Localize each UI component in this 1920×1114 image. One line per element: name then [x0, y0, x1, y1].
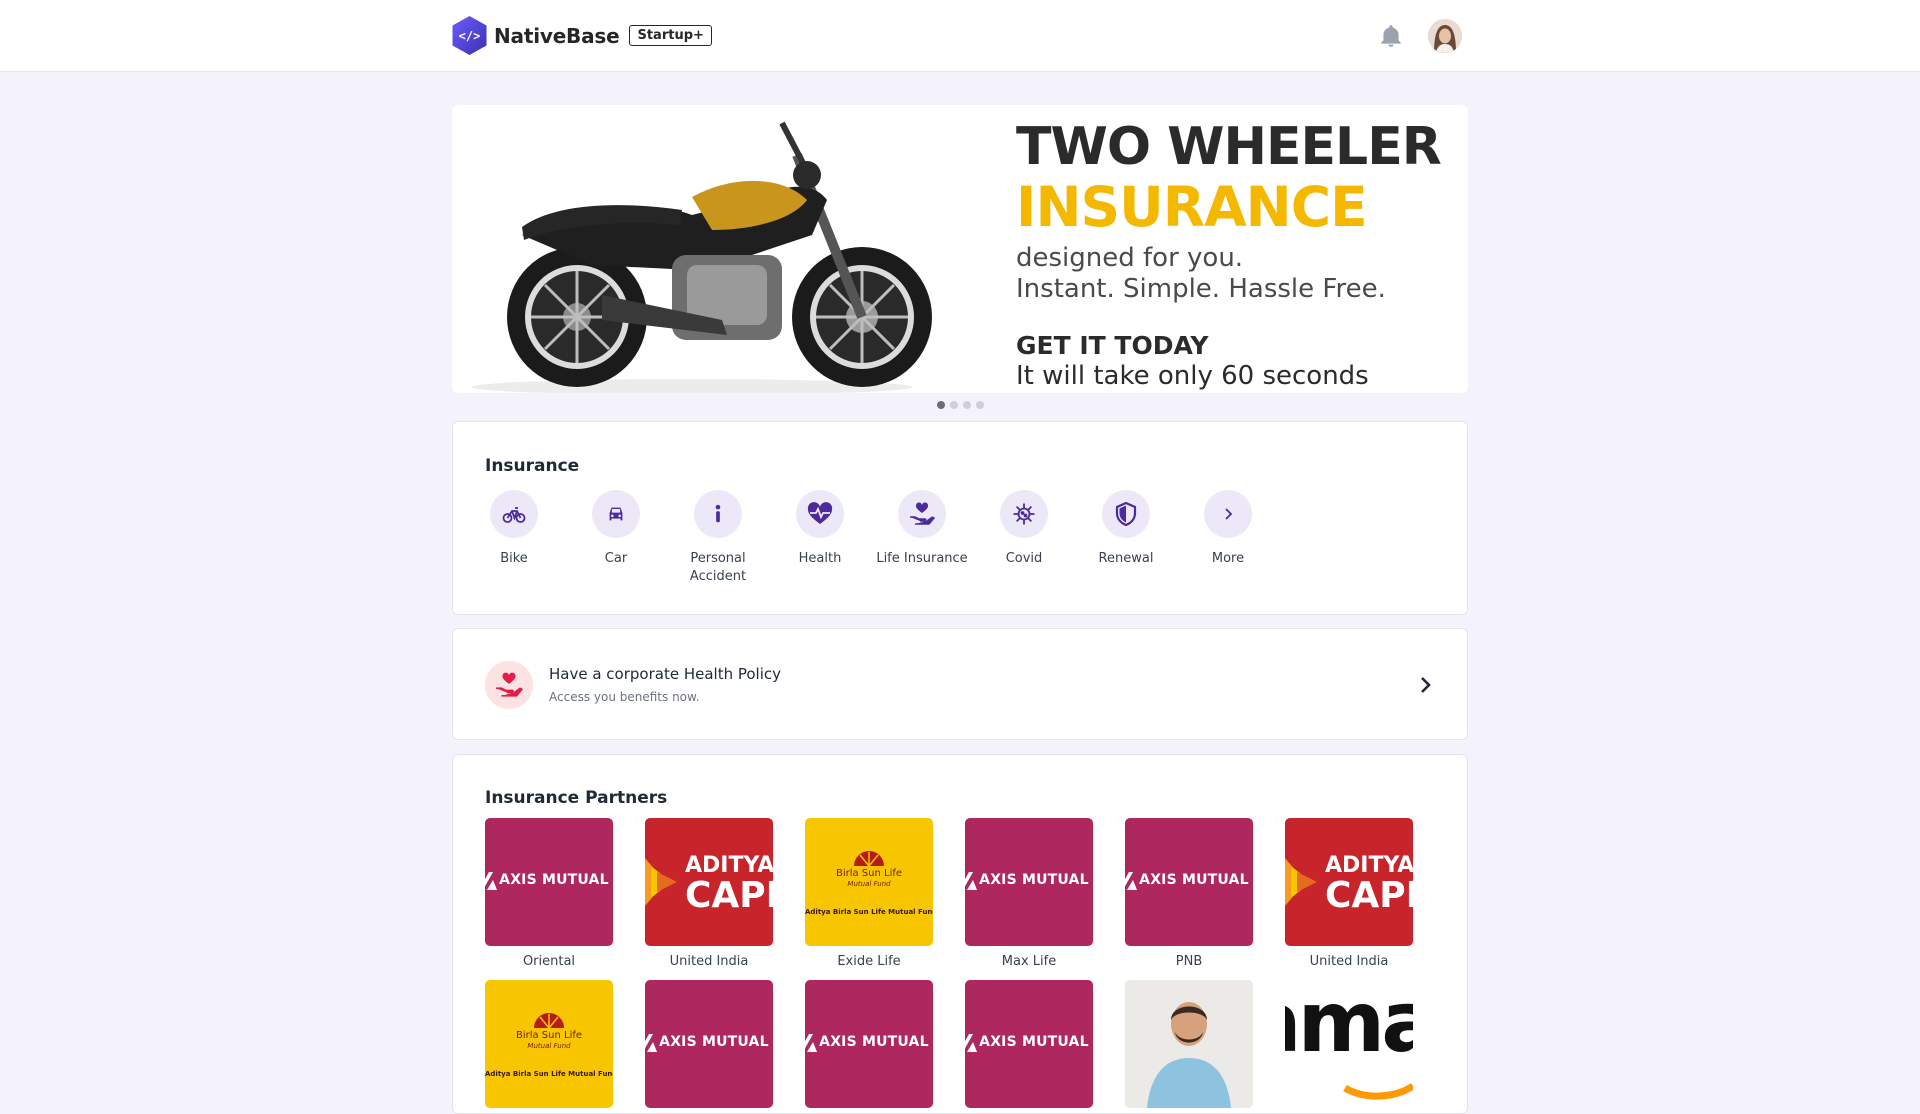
insurance-item-personal-accident[interactable]: Personal Accident	[667, 490, 769, 586]
virus-icon	[1000, 490, 1048, 538]
insurance-item-renewal[interactable]: Renewal	[1075, 490, 1177, 568]
top-nav-bar: </> NativeBase Startup+	[0, 0, 1920, 72]
insurance-item-life-insurance[interactable]: Life Insurance	[871, 490, 973, 568]
banner-cta-sub: It will take only 60 seconds	[1016, 361, 1369, 391]
insurance-item-label: Health	[798, 551, 842, 566]
partner-united-india[interactable]: ADITYA BIRLA CAPITAL United India	[645, 818, 773, 969]
partner-max-life[interactable]: AXIS MUTUAL FUND Max Life	[965, 818, 1093, 969]
axis-mutual-fund-logo: AXIS MUTUAL FUND	[965, 818, 1093, 946]
axis-mutual-fund-logo: AXIS MUTUAL FUND	[805, 980, 933, 1108]
carousel-dot[interactable]	[976, 401, 984, 409]
corporate-policy-card[interactable]: Have a corporate Health Policy Access yo…	[452, 628, 1468, 740]
axis-mutual-fund-logo: AXIS MUTUAL FUND	[645, 980, 773, 1108]
svg-text:</>: </>	[459, 29, 481, 43]
insurance-item-bike[interactable]: Bike	[463, 490, 565, 568]
plan-badge: Startup+	[629, 25, 712, 46]
partner-tile[interactable]: AXIS MUTUAL FUND	[805, 980, 933, 1108]
insurance-item-car[interactable]: Car	[565, 490, 667, 568]
motorcycle-image	[472, 121, 932, 393]
insurance-item-label: Bike	[500, 551, 528, 566]
insurance-item-label: Renewal	[1098, 551, 1154, 566]
partner-exide-life[interactable]: Birla Sun Life Mutual Fund Aditya Birla …	[805, 818, 933, 969]
banner-headline: TWO WHEELER	[1016, 117, 1442, 177]
bell-icon[interactable]	[1378, 23, 1404, 49]
insurance-item-more[interactable]: More	[1177, 490, 1279, 568]
hand-heart-icon	[485, 661, 533, 709]
insurance-partners-card: Insurance Partners AXIS MUTUAL FUND Orie…	[452, 754, 1468, 1114]
insurance-item-label: Covid	[1005, 551, 1043, 566]
partner-tile[interactable]: Birla Sun Life Mutual Fund Aditya Birla …	[485, 980, 613, 1108]
partner-name: United India	[1309, 954, 1389, 969]
chevron-right-icon	[1204, 490, 1252, 538]
brand-name: NativeBase	[494, 23, 620, 48]
corporate-policy-subtitle: Access you benefits now.	[549, 690, 700, 704]
partner-name: Oriental	[522, 954, 576, 969]
banner-headline-accent: INSURANCE	[1016, 175, 1368, 239]
partner-name: Max Life	[1001, 954, 1057, 969]
insurance-item-label: Personal Accident	[689, 551, 747, 584]
chevron-right-icon[interactable]	[1413, 673, 1437, 697]
axis-mutual-fund-logo: AXIS MUTUAL FUND	[485, 818, 613, 946]
banner-copy: TWO WHEELER INSURANCE designed for you. …	[1016, 117, 1442, 392]
insurance-item-label: More	[1211, 551, 1245, 566]
aditya-birla-capital-logo: ADITYA BIRLA CAPITAL	[645, 818, 773, 946]
partner-tile[interactable]	[1125, 980, 1253, 1108]
partner-tile[interactable]: AXIS MUTUAL FUND	[965, 980, 1093, 1108]
corporate-policy-title: Have a corporate Health Policy	[549, 665, 782, 683]
carousel-dot[interactable]	[937, 401, 945, 409]
partner-pnb[interactable]: AXIS MUTUAL FUND PNB	[1125, 818, 1253, 969]
insurance-item-covid[interactable]: Covid	[973, 490, 1075, 568]
hand-heart-icon	[898, 490, 946, 538]
axis-mutual-fund-logo: AXIS MUTUAL FUND	[965, 980, 1093, 1108]
partner-tile[interactable]: AXIS MUTUAL FUND	[645, 980, 773, 1108]
birla-sun-life-logo: Birla Sun Life Mutual Fund Aditya Birla …	[485, 980, 613, 1108]
avatar[interactable]	[1428, 19, 1462, 53]
partner-name: United India	[669, 954, 749, 969]
carousel-dot[interactable]	[950, 401, 958, 409]
banner-cta: GET IT TODAY	[1016, 331, 1209, 360]
axis-mutual-fund-logo: AXIS MUTUAL FUND	[1125, 818, 1253, 946]
promo-banner[interactable]: TWO WHEELER INSURANCE designed for you. …	[452, 105, 1468, 393]
aditya-birla-capital-logo: ADITYA BIRLA CAPITAL	[1285, 818, 1413, 946]
section-title: Insurance	[485, 456, 580, 476]
insurance-item-health[interactable]: Health	[769, 490, 871, 568]
brand-logo[interactable]: </> NativeBase Startup+	[451, 15, 712, 56]
person-icon	[694, 490, 742, 538]
insurance-item-label: Car	[604, 551, 628, 566]
car-icon	[592, 490, 640, 538]
section-title: Insurance Partners	[485, 788, 668, 808]
partner-united-india[interactable]: ADITYA BIRLA CAPITAL United India	[1285, 818, 1413, 969]
amazon-logo: amazon	[1285, 980, 1413, 1108]
insurance-item-label: Life Insurance	[876, 551, 968, 566]
code-hexagon-icon: </>	[451, 15, 488, 56]
shield-icon	[1102, 490, 1150, 538]
insurance-card: Insurance Bike Car Personal Accident Hea…	[452, 421, 1468, 615]
bicycle-icon	[490, 490, 538, 538]
banner-tagline-2: Instant. Simple. Hassle Free.	[1016, 274, 1386, 304]
partner-oriental[interactable]: AXIS MUTUAL FUND Oriental	[485, 818, 613, 969]
carousel-dot[interactable]	[963, 401, 971, 409]
partner-name: PNB	[1175, 954, 1203, 969]
heart-pulse-icon	[796, 490, 844, 538]
birla-sun-life-logo: Birla Sun Life Mutual Fund Aditya Birla …	[805, 818, 933, 946]
partner-tile[interactable]: amazon	[1285, 980, 1413, 1108]
banner-tagline-1: designed for you.	[1016, 243, 1244, 273]
carousel-pagination	[937, 401, 984, 409]
partner-name: Exide Life	[837, 954, 901, 969]
person-photo	[1125, 980, 1253, 1108]
